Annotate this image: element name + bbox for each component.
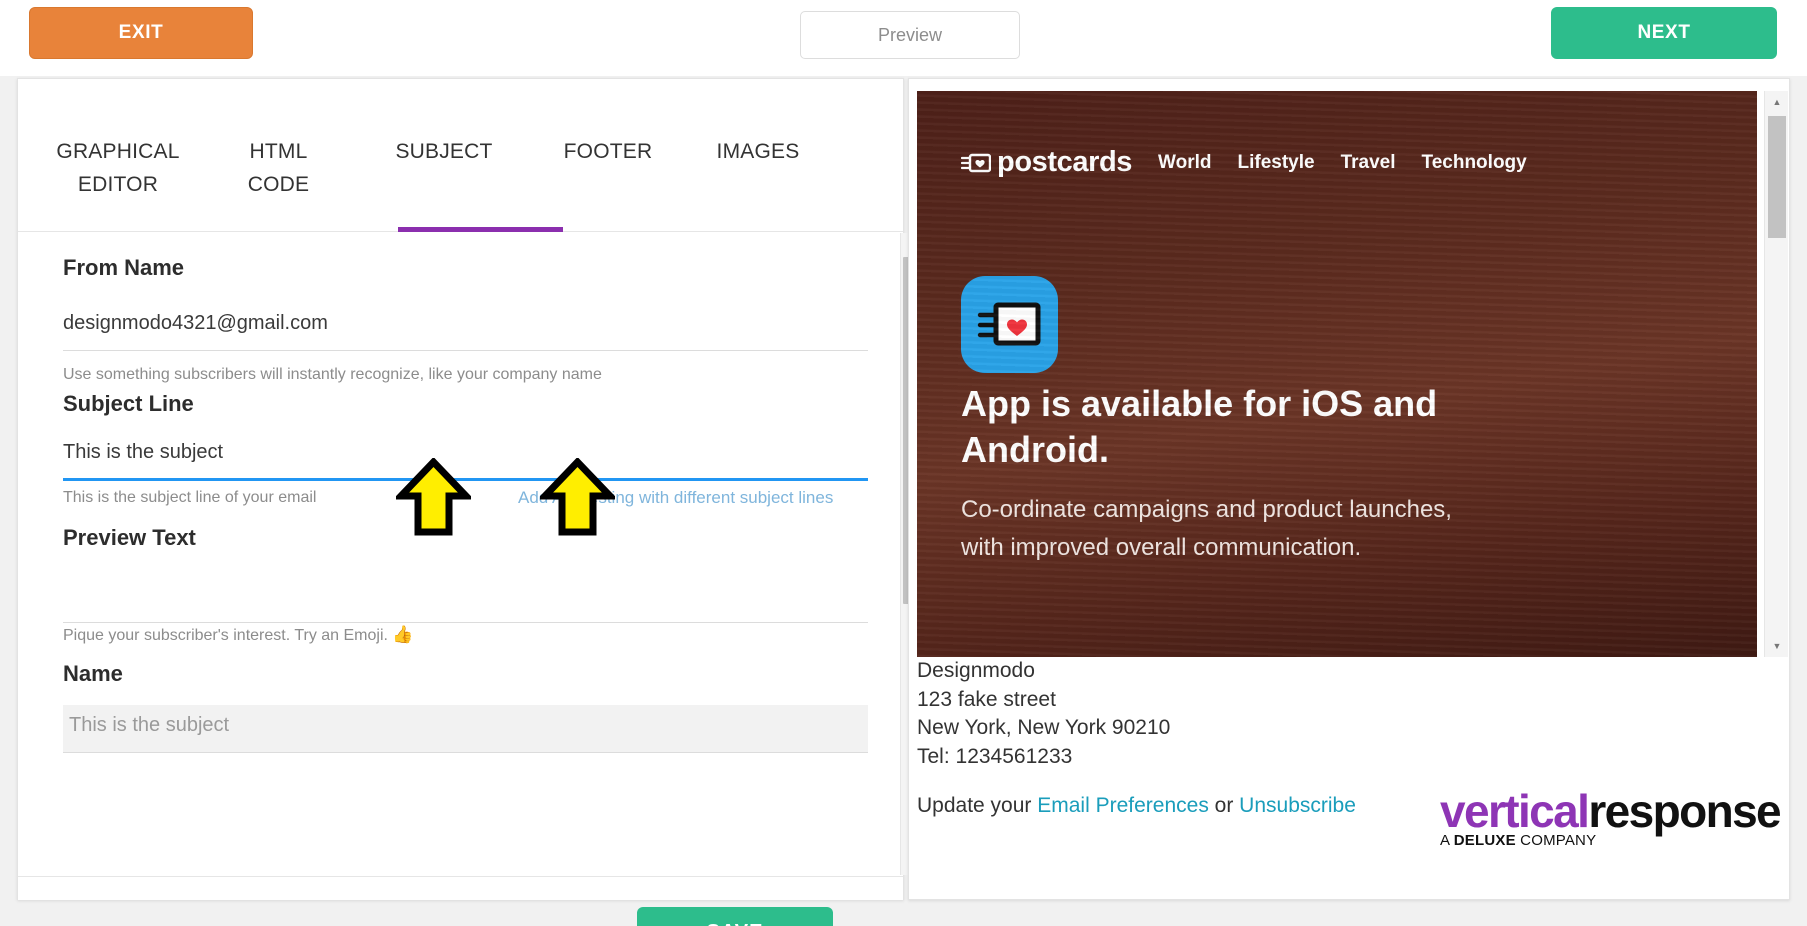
save-button[interactable]: SAVE: [637, 907, 833, 926]
app-icon: [961, 276, 1058, 373]
email-nav: postcards World Lifestyle Travel Technol…: [961, 146, 1553, 179]
tab-label-line1: SUBJECT: [395, 140, 493, 163]
postcards-logo[interactable]: postcards: [961, 146, 1132, 179]
tab-label-line1: GRAPHICAL: [56, 140, 180, 163]
email-nav-travel[interactable]: Travel: [1341, 152, 1396, 174]
from-name-label: From Name: [63, 255, 185, 280]
top-toolbar: EXIT Preview NEXT: [0, 0, 1807, 76]
tab-label-line1: HTML: [249, 140, 308, 163]
vr-logo-response: response: [1588, 785, 1781, 837]
editor-tabs: GRAPHICAL EDITOR HTML CODE SUBJECT FOOTE…: [18, 79, 903, 232]
email-preferences-link[interactable]: Email Preferences: [1037, 794, 1209, 817]
tab-label-line2: CODE: [247, 173, 310, 196]
ab-testing-link[interactable]: Add A/B testing with different subject l…: [518, 488, 833, 508]
subject-line-input[interactable]: [63, 433, 868, 481]
footer-update-prefix: Update your: [917, 794, 1038, 817]
vr-logo-vertical: vertical: [1440, 785, 1590, 837]
name-label: Name: [63, 661, 123, 686]
footer-or: or: [1208, 794, 1240, 817]
preview-text-help: Pique your subscriber's interest. Try an…: [63, 625, 414, 645]
tab-images[interactable]: IMAGES: [688, 135, 828, 168]
preview-text-label: Preview Text: [63, 525, 196, 550]
email-headline: App is available for iOS and Android.: [961, 383, 1438, 471]
preview-text-input[interactable]: [63, 575, 868, 623]
email-preview-scrollbar[interactable]: ▲ ▼: [1764, 91, 1788, 657]
name-input[interactable]: [63, 705, 868, 753]
vr-tagline-deluxe: DELUXE: [1453, 832, 1516, 849]
active-tab-indicator: [398, 227, 563, 232]
tab-label-line2: EDITOR: [77, 173, 159, 196]
unsubscribe-link[interactable]: Unsubscribe: [1239, 794, 1356, 817]
emoji-picker-icon[interactable]: [813, 874, 843, 875]
tab-label-line1: FOOTER: [563, 140, 653, 163]
preview-scroll-down-arrow-icon[interactable]: ▼: [1765, 635, 1789, 657]
footer-company: Designmodo: [917, 659, 1035, 682]
postcard-heart-icon: [977, 302, 1040, 345]
subject-line-help: This is the subject line of your email: [63, 489, 317, 506]
app-body: GRAPHICAL EDITOR HTML CODE SUBJECT FOOTE…: [0, 76, 1807, 926]
email-nav-technology[interactable]: Technology: [1422, 152, 1527, 174]
email-footer: Designmodo 123 fake street New York, New…: [909, 657, 1789, 899]
vr-tagline-company: COMPANY: [1515, 832, 1597, 849]
postcards-mark-icon: [961, 153, 991, 172]
email-preview-viewport: postcards World Lifestyle Travel Technol…: [909, 79, 1789, 657]
tab-graphical-editor[interactable]: GRAPHICAL EDITOR: [38, 135, 198, 201]
editor-panel: GRAPHICAL EDITOR HTML CODE SUBJECT FOOTE…: [17, 78, 929, 900]
thumbs-up-icon: 👍: [392, 625, 414, 644]
email-hero-section: postcards World Lifestyle Travel Technol…: [917, 91, 1757, 657]
tab-footer[interactable]: FOOTER: [538, 135, 678, 168]
vr-tagline-a: A: [1440, 832, 1454, 849]
footer-update-line: Update your Email Preferences or Unsubsc…: [917, 794, 1356, 818]
footer-street: 123 fake street: [917, 687, 1056, 711]
preview-scrollbar-thumb[interactable]: [1768, 116, 1786, 238]
preview-scroll-up-arrow-icon[interactable]: ▲: [1765, 91, 1789, 113]
vr-logo-wordmark: verticalresponse: [1440, 785, 1782, 837]
preview-button[interactable]: Preview: [800, 11, 1020, 59]
tab-html-code[interactable]: HTML CODE: [216, 135, 341, 201]
tab-subject[interactable]: SUBJECT: [374, 135, 514, 168]
exit-button[interactable]: EXIT: [29, 7, 253, 59]
email-nav-world[interactable]: World: [1158, 152, 1211, 174]
email-body-text: Co-ordinate campaigns and product launch…: [961, 496, 1452, 561]
app-root: EXIT Preview NEXT GRAPHICAL EDITOR HTML …: [0, 0, 1807, 926]
save-bar: [18, 876, 903, 900]
from-name-input[interactable]: [63, 303, 868, 351]
footer-tel: Tel: 1234561233: [917, 744, 1073, 768]
email-nav-lifestyle[interactable]: Lifestyle: [1237, 152, 1314, 174]
from-name-help: Use something subscribers will instantly…: [63, 366, 602, 383]
subject-line-label: Subject Line: [63, 391, 194, 416]
tab-label-line1: IMAGES: [716, 140, 800, 163]
subject-form: From Name Use something subscribers will…: [18, 233, 903, 875]
brand-name: postcards: [997, 146, 1132, 178]
email-preview-panel: postcards World Lifestyle Travel Technol…: [908, 78, 1790, 900]
email-address-block: Designmodo 123 fake street New York, New…: [917, 657, 1477, 771]
verticalresponse-logo: verticalresponse A DELUXE COMPANY: [1440, 785, 1782, 864]
preview-text-help-text: Pique your subscriber's interest. Try an…: [63, 627, 388, 644]
next-button[interactable]: NEXT: [1551, 7, 1777, 59]
footer-city-state-zip: New York, New York 90210: [917, 716, 1171, 739]
